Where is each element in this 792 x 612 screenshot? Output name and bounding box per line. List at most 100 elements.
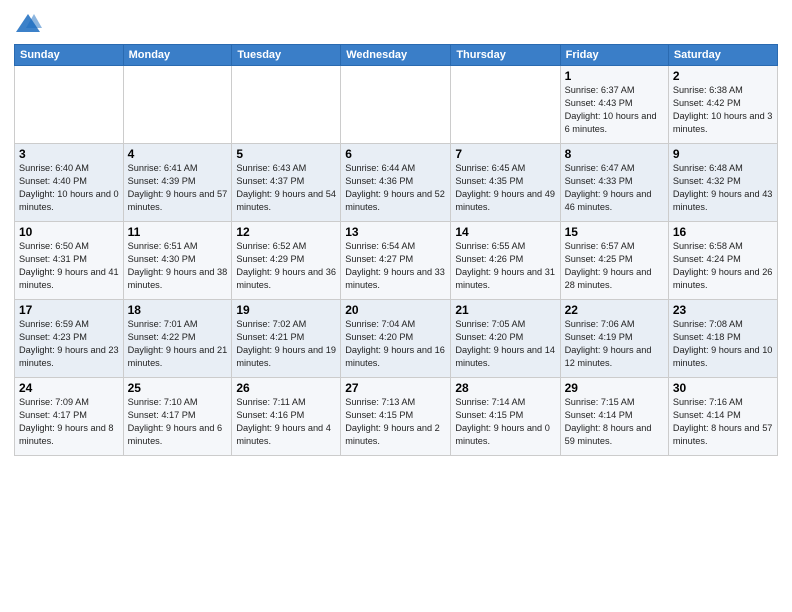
day-cell: 23Sunrise: 7:08 AM Sunset: 4:18 PM Dayli… [668, 300, 777, 378]
day-info: Sunrise: 6:43 AM Sunset: 4:37 PM Dayligh… [236, 162, 336, 214]
week-row-1: 1Sunrise: 6:37 AM Sunset: 4:43 PM Daylig… [15, 66, 778, 144]
day-cell: 13Sunrise: 6:54 AM Sunset: 4:27 PM Dayli… [341, 222, 451, 300]
day-cell: 25Sunrise: 7:10 AM Sunset: 4:17 PM Dayli… [123, 378, 232, 456]
day-number: 12 [236, 225, 336, 239]
calendar-header: SundayMondayTuesdayWednesdayThursdayFrid… [15, 45, 778, 66]
day-cell [123, 66, 232, 144]
day-number: 7 [455, 147, 555, 161]
day-info: Sunrise: 7:05 AM Sunset: 4:20 PM Dayligh… [455, 318, 555, 370]
day-cell: 1Sunrise: 6:37 AM Sunset: 4:43 PM Daylig… [560, 66, 668, 144]
header [14, 10, 778, 38]
day-cell: 15Sunrise: 6:57 AM Sunset: 4:25 PM Dayli… [560, 222, 668, 300]
day-number: 1 [565, 69, 664, 83]
day-info: Sunrise: 6:50 AM Sunset: 4:31 PM Dayligh… [19, 240, 119, 292]
header-cell-monday: Monday [123, 45, 232, 66]
header-cell-thursday: Thursday [451, 45, 560, 66]
day-cell: 7Sunrise: 6:45 AM Sunset: 4:35 PM Daylig… [451, 144, 560, 222]
day-info: Sunrise: 7:09 AM Sunset: 4:17 PM Dayligh… [19, 396, 119, 448]
day-cell: 14Sunrise: 6:55 AM Sunset: 4:26 PM Dayli… [451, 222, 560, 300]
day-cell [341, 66, 451, 144]
day-number: 11 [128, 225, 228, 239]
calendar: SundayMondayTuesdayWednesdayThursdayFrid… [14, 44, 778, 456]
day-number: 28 [455, 381, 555, 395]
day-number: 21 [455, 303, 555, 317]
header-cell-saturday: Saturday [668, 45, 777, 66]
day-info: Sunrise: 6:47 AM Sunset: 4:33 PM Dayligh… [565, 162, 664, 214]
day-info: Sunrise: 6:45 AM Sunset: 4:35 PM Dayligh… [455, 162, 555, 214]
day-info: Sunrise: 7:01 AM Sunset: 4:22 PM Dayligh… [128, 318, 228, 370]
day-cell: 21Sunrise: 7:05 AM Sunset: 4:20 PM Dayli… [451, 300, 560, 378]
calendar-body: 1Sunrise: 6:37 AM Sunset: 4:43 PM Daylig… [15, 66, 778, 456]
day-number: 23 [673, 303, 773, 317]
day-cell: 29Sunrise: 7:15 AM Sunset: 4:14 PM Dayli… [560, 378, 668, 456]
page: SundayMondayTuesdayWednesdayThursdayFrid… [0, 0, 792, 612]
header-cell-tuesday: Tuesday [232, 45, 341, 66]
day-number: 15 [565, 225, 664, 239]
week-row-2: 3Sunrise: 6:40 AM Sunset: 4:40 PM Daylig… [15, 144, 778, 222]
day-cell: 11Sunrise: 6:51 AM Sunset: 4:30 PM Dayli… [123, 222, 232, 300]
day-cell: 12Sunrise: 6:52 AM Sunset: 4:29 PM Dayli… [232, 222, 341, 300]
day-number: 16 [673, 225, 773, 239]
day-info: Sunrise: 7:15 AM Sunset: 4:14 PM Dayligh… [565, 396, 664, 448]
day-cell: 19Sunrise: 7:02 AM Sunset: 4:21 PM Dayli… [232, 300, 341, 378]
day-number: 29 [565, 381, 664, 395]
day-number: 8 [565, 147, 664, 161]
day-info: Sunrise: 6:44 AM Sunset: 4:36 PM Dayligh… [345, 162, 446, 214]
day-number: 18 [128, 303, 228, 317]
day-cell: 9Sunrise: 6:48 AM Sunset: 4:32 PM Daylig… [668, 144, 777, 222]
day-cell: 10Sunrise: 6:50 AM Sunset: 4:31 PM Dayli… [15, 222, 124, 300]
day-info: Sunrise: 7:08 AM Sunset: 4:18 PM Dayligh… [673, 318, 773, 370]
day-info: Sunrise: 6:40 AM Sunset: 4:40 PM Dayligh… [19, 162, 119, 214]
day-cell [451, 66, 560, 144]
logo [14, 10, 46, 38]
day-info: Sunrise: 7:04 AM Sunset: 4:20 PM Dayligh… [345, 318, 446, 370]
day-cell: 3Sunrise: 6:40 AM Sunset: 4:40 PM Daylig… [15, 144, 124, 222]
day-cell [15, 66, 124, 144]
day-number: 4 [128, 147, 228, 161]
day-info: Sunrise: 6:41 AM Sunset: 4:39 PM Dayligh… [128, 162, 228, 214]
day-info: Sunrise: 7:06 AM Sunset: 4:19 PM Dayligh… [565, 318, 664, 370]
day-cell: 30Sunrise: 7:16 AM Sunset: 4:14 PM Dayli… [668, 378, 777, 456]
day-cell: 16Sunrise: 6:58 AM Sunset: 4:24 PM Dayli… [668, 222, 777, 300]
header-cell-sunday: Sunday [15, 45, 124, 66]
day-number: 10 [19, 225, 119, 239]
day-number: 26 [236, 381, 336, 395]
day-cell: 28Sunrise: 7:14 AM Sunset: 4:15 PM Dayli… [451, 378, 560, 456]
day-cell: 27Sunrise: 7:13 AM Sunset: 4:15 PM Dayli… [341, 378, 451, 456]
day-cell: 20Sunrise: 7:04 AM Sunset: 4:20 PM Dayli… [341, 300, 451, 378]
header-cell-friday: Friday [560, 45, 668, 66]
day-number: 9 [673, 147, 773, 161]
day-info: Sunrise: 6:38 AM Sunset: 4:42 PM Dayligh… [673, 84, 773, 136]
week-row-3: 10Sunrise: 6:50 AM Sunset: 4:31 PM Dayli… [15, 222, 778, 300]
day-cell: 22Sunrise: 7:06 AM Sunset: 4:19 PM Dayli… [560, 300, 668, 378]
day-cell: 8Sunrise: 6:47 AM Sunset: 4:33 PM Daylig… [560, 144, 668, 222]
day-number: 20 [345, 303, 446, 317]
day-number: 13 [345, 225, 446, 239]
day-number: 5 [236, 147, 336, 161]
day-info: Sunrise: 7:13 AM Sunset: 4:15 PM Dayligh… [345, 396, 446, 448]
day-info: Sunrise: 6:37 AM Sunset: 4:43 PM Dayligh… [565, 84, 664, 136]
day-cell: 4Sunrise: 6:41 AM Sunset: 4:39 PM Daylig… [123, 144, 232, 222]
day-info: Sunrise: 6:54 AM Sunset: 4:27 PM Dayligh… [345, 240, 446, 292]
logo-icon [14, 10, 42, 38]
week-row-5: 24Sunrise: 7:09 AM Sunset: 4:17 PM Dayli… [15, 378, 778, 456]
day-number: 22 [565, 303, 664, 317]
day-number: 30 [673, 381, 773, 395]
day-number: 27 [345, 381, 446, 395]
day-info: Sunrise: 7:10 AM Sunset: 4:17 PM Dayligh… [128, 396, 228, 448]
day-info: Sunrise: 7:02 AM Sunset: 4:21 PM Dayligh… [236, 318, 336, 370]
day-cell: 24Sunrise: 7:09 AM Sunset: 4:17 PM Dayli… [15, 378, 124, 456]
day-info: Sunrise: 7:11 AM Sunset: 4:16 PM Dayligh… [236, 396, 336, 448]
header-cell-wednesday: Wednesday [341, 45, 451, 66]
day-cell [232, 66, 341, 144]
day-number: 14 [455, 225, 555, 239]
day-number: 24 [19, 381, 119, 395]
day-number: 25 [128, 381, 228, 395]
day-cell: 6Sunrise: 6:44 AM Sunset: 4:36 PM Daylig… [341, 144, 451, 222]
day-number: 6 [345, 147, 446, 161]
day-cell: 2Sunrise: 6:38 AM Sunset: 4:42 PM Daylig… [668, 66, 777, 144]
day-number: 2 [673, 69, 773, 83]
day-cell: 18Sunrise: 7:01 AM Sunset: 4:22 PM Dayli… [123, 300, 232, 378]
day-info: Sunrise: 6:52 AM Sunset: 4:29 PM Dayligh… [236, 240, 336, 292]
day-info: Sunrise: 6:59 AM Sunset: 4:23 PM Dayligh… [19, 318, 119, 370]
